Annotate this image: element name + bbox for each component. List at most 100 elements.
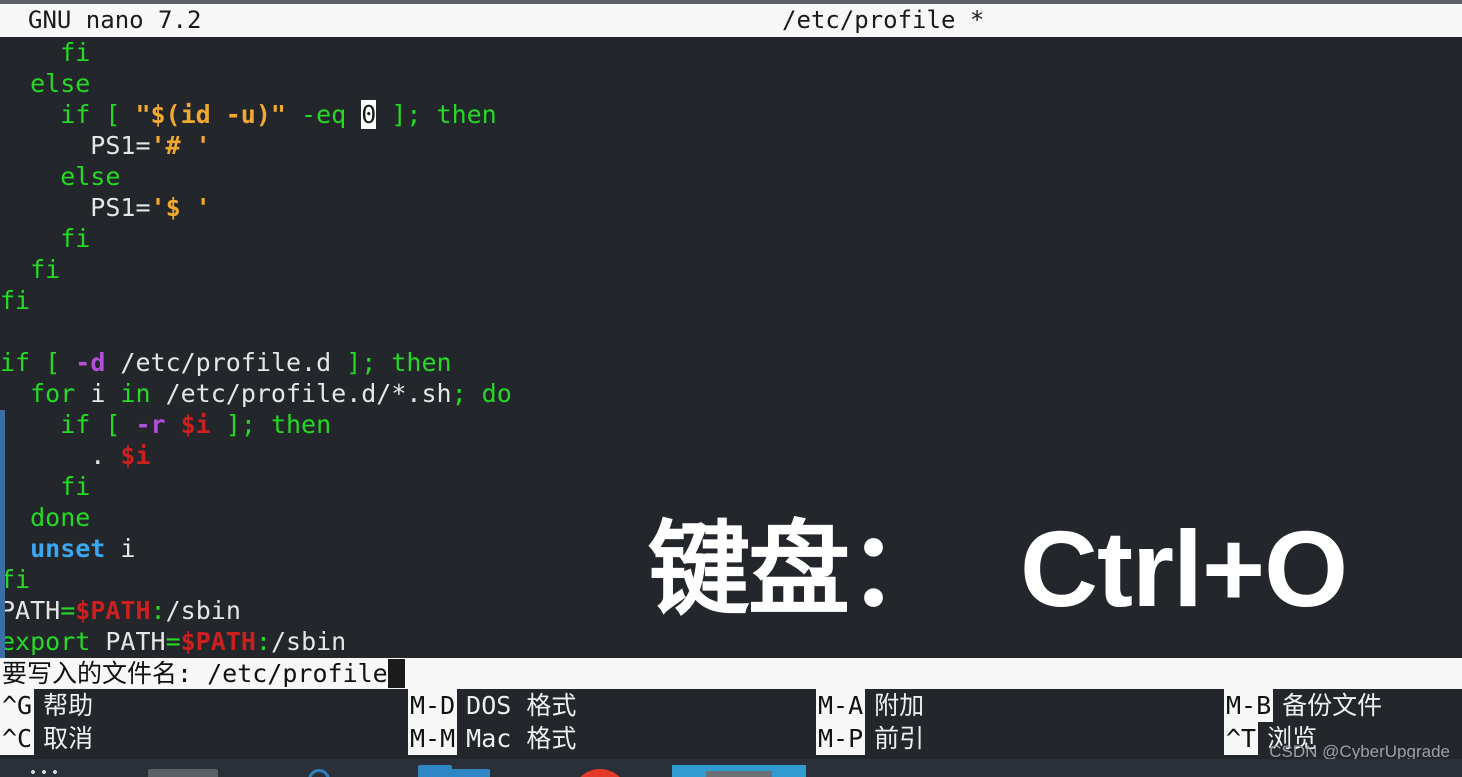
code-token-kw: then (270, 410, 332, 439)
shortcut-key: M-A (816, 689, 866, 722)
code-line: if [ "$(id -u)" -eq 0 ]; then (0, 99, 497, 130)
code-token-kw: in (120, 379, 166, 408)
shortcut-key: M-M (408, 722, 458, 755)
code-token-txt: PATH (90, 627, 166, 656)
code-token-txt: /sbin (270, 627, 347, 656)
code-token-kw: then (436, 100, 497, 129)
code-line: export PATH=$PATH:/sbin (0, 626, 346, 657)
shortcut-key: ^G (0, 689, 35, 722)
code-token-str: "$(id -u)" (135, 100, 286, 129)
code-token-str: '$ ' (150, 193, 211, 222)
text-cursor (387, 659, 405, 688)
code-line: . $i (0, 440, 151, 471)
code-token-var: $i (180, 410, 211, 439)
code-token-flag: -d (75, 348, 106, 377)
code-line: PS1='$ ' (0, 192, 211, 223)
code-token-hl: 0 (361, 100, 377, 129)
code-token-var: $i (120, 441, 151, 470)
code-token-txt: /etc/profile.d (105, 348, 332, 377)
code-token-kw: then (391, 348, 452, 377)
code-token-kw: = (165, 627, 181, 656)
code-token-kw: = (60, 596, 76, 625)
shortcut-key-bar: ^G 帮助 M-D DOS 格式 M-A 附加 M-B 备份文件 ^C 取消 M-M Mac 格式 M… (0, 689, 1462, 759)
filename-prompt-bar[interactable]: 要写入的文件名: /etc/profile (0, 658, 1462, 689)
code-line: else (0, 161, 120, 192)
shortcut-item[interactable]: M-A 附加 (816, 689, 924, 722)
code-token-kw: fi (0, 286, 31, 315)
code-token-txt: i (90, 379, 121, 408)
shortcut-label: DOS 格式 (466, 691, 577, 720)
code-token-txt: PS1= (90, 193, 151, 222)
code-line: fi (0, 254, 60, 285)
app-version-label: GNU nano 7.2 (28, 6, 202, 34)
code-token-kw: fi (60, 224, 91, 253)
shortcut-row-1: ^G 帮助 M-D DOS 格式 M-A 附加 M-B 备份文件 (0, 689, 1462, 722)
shortcut-key: M-P (816, 722, 866, 755)
code-token-kw: [ (105, 100, 136, 129)
shortcut-label: 附加 (874, 691, 925, 720)
code-token-kw: : (255, 627, 271, 656)
code-token-kw: for (30, 379, 91, 408)
shortcut-label: Mac 格式 (466, 724, 577, 753)
code-token-var: $PATH (180, 627, 256, 656)
code-line: fi (0, 285, 30, 316)
shortcut-label: 取消 (43, 724, 94, 753)
code-token-kw: ]; (331, 348, 392, 377)
filename-prompt-text: 要写入的文件名: /etc/profile (2, 659, 388, 688)
code-token-txt: /etc/profile.d/*.sh (165, 379, 452, 408)
code-token-txt: i (105, 534, 136, 563)
shortcut-item[interactable]: M-M Mac 格式 (408, 722, 576, 755)
shortcut-item[interactable]: ^C 取消 (0, 722, 93, 755)
code-token-var: $PATH (75, 596, 151, 625)
os-taskbar[interactable] (0, 759, 1462, 777)
code-line: if [ -d /etc/profile.d ]; then (0, 347, 452, 378)
taskbar-red-app-icon[interactable] (572, 769, 628, 777)
code-token-txt: . (90, 441, 121, 470)
nano-editor-window: GNU nano 7.2 /etc/profile * fi else if [ "… (0, 0, 1462, 777)
code-line: done (0, 502, 90, 533)
code-line: unset i (0, 533, 135, 564)
shortcut-key: M-D (408, 689, 458, 722)
code-token-kw2: unset (30, 534, 106, 563)
shortcut-item[interactable]: M-P 前引 (816, 722, 924, 755)
taskbar-browser-icon[interactable] (308, 769, 330, 777)
vertical-scrollbar-thumb[interactable] (0, 410, 5, 658)
code-token-kw: if (60, 410, 106, 439)
shortcut-label: 帮助 (43, 691, 94, 720)
code-token-kw: fi (30, 255, 61, 284)
code-token-kw: do (481, 379, 512, 408)
taskbar-files-icon[interactable] (418, 765, 490, 777)
overlay-caption-chinese: 键盘： (648, 513, 950, 627)
titlebar: GNU nano 7.2 /etc/profile * (0, 4, 1462, 37)
code-token-kw: fi (60, 472, 91, 501)
code-line: fi (0, 37, 90, 68)
overlay-caption-shortcut: Ctrl+O (1020, 508, 1348, 629)
shortcut-item[interactable]: M-D DOS 格式 (408, 689, 576, 722)
code-token-kw: fi (60, 38, 91, 67)
code-token-kw: -eq (285, 100, 362, 129)
taskbar-active-window[interactable] (672, 765, 806, 777)
code-line: if [ -r $i ]; then (0, 409, 331, 440)
code-token-kw: if (60, 100, 106, 129)
code-token-kw: : (150, 596, 166, 625)
code-line: else (0, 68, 90, 99)
shortcut-row-2: ^C 取消 M-M Mac 格式 M-P 前引 ^T 浏览 (0, 722, 1462, 755)
taskbar-apps-icon[interactable] (30, 770, 64, 775)
taskbar-window-icon[interactable] (148, 769, 218, 777)
code-line: PS1='# ' (0, 130, 210, 161)
code-token-kw: ]; (210, 410, 271, 439)
shortcut-label: 备份文件 (1282, 691, 1383, 720)
code-token-flag: -r (135, 410, 181, 439)
code-token-kw: else (30, 69, 91, 98)
code-line: PATH=$PATH:/sbin (0, 595, 241, 626)
shortcut-key: ^C (0, 722, 35, 755)
shortcut-item[interactable]: ^G 帮助 (0, 689, 93, 722)
shortcut-label: 前引 (874, 724, 925, 753)
code-token-kw: if (0, 348, 46, 377)
code-line: for i in /etc/profile.d/*.sh; do (0, 378, 512, 409)
code-token-kw: ]; (376, 100, 437, 129)
code-token-kw: else (60, 162, 121, 191)
shortcut-item[interactable]: M-B 备份文件 (1224, 689, 1382, 722)
code-token-txt: /sbin (165, 596, 241, 625)
code-token-kw: done (30, 503, 91, 532)
